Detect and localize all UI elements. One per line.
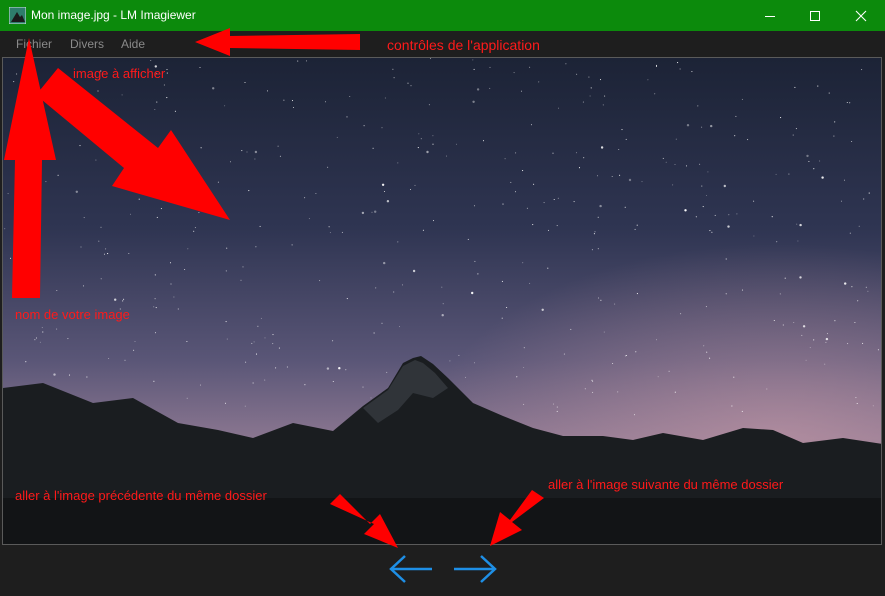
maximize-button[interactable] bbox=[792, 0, 838, 31]
image-viewport[interactable] bbox=[2, 57, 882, 545]
title-bar[interactable]: Mon image.jpg - LM Imagiewer bbox=[0, 0, 885, 31]
annotation-next: aller à l'image suivante du même dossier bbox=[548, 477, 784, 492]
next-image-button[interactable] bbox=[452, 551, 498, 587]
arrow-left-icon bbox=[389, 555, 432, 583]
close-button[interactable] bbox=[838, 0, 884, 31]
annotation-name: nom de votre image bbox=[15, 307, 130, 322]
menu-divers[interactable]: Divers bbox=[70, 37, 104, 51]
minimize-button[interactable] bbox=[747, 0, 793, 31]
minimize-icon bbox=[765, 15, 775, 17]
displayed-image bbox=[3, 58, 881, 544]
annotation-prev: aller à l'image précédente du même dossi… bbox=[15, 488, 267, 503]
arrow-right-icon bbox=[454, 555, 497, 583]
close-icon bbox=[855, 10, 867, 21]
previous-image-button[interactable] bbox=[388, 551, 434, 587]
navigation-bar bbox=[0, 545, 885, 596]
menu-aide[interactable]: Aide bbox=[121, 37, 145, 51]
window-title: Mon image.jpg - LM Imagiewer bbox=[31, 8, 196, 22]
annotation-image: image à afficher bbox=[73, 66, 166, 81]
menu-fichier[interactable]: Fichier bbox=[16, 37, 52, 51]
app-icon bbox=[8, 6, 27, 25]
maximize-icon bbox=[810, 10, 820, 21]
annotation-controls: contrôles de l'application bbox=[387, 37, 540, 53]
